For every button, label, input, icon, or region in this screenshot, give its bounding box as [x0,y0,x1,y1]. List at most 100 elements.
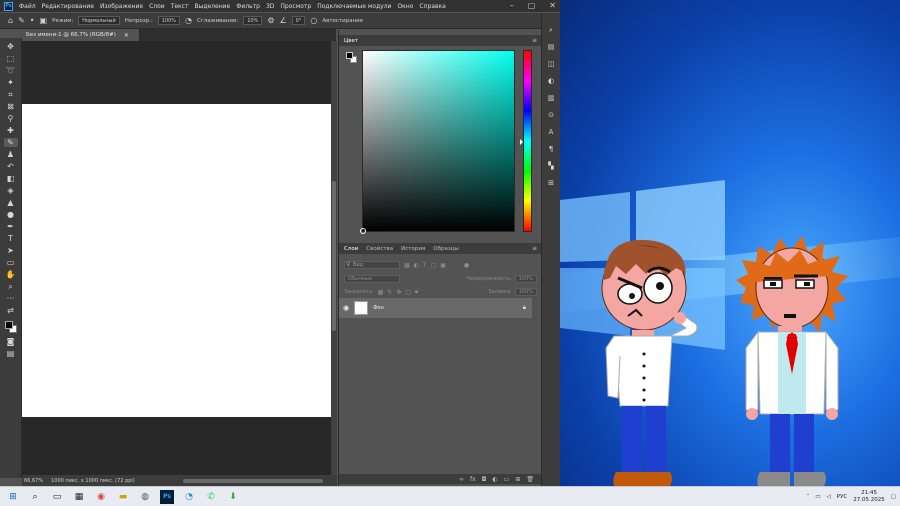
lasso-tool-icon[interactable]: ➰ [4,66,18,75]
fill-field[interactable]: 100% [514,288,537,296]
properties-icon[interactable]: ▥ [548,93,555,103]
folder-icon[interactable]: ▬ [116,490,130,504]
lock-paint-icon[interactable]: ✎ [387,289,392,296]
marquee-tool-icon[interactable]: ⬚ [4,54,18,63]
layer-row-background[interactable]: ◉ Фон 🔒︎ [339,298,532,318]
filter-shape-icon[interactable]: ▢ [431,262,437,269]
foreground-color[interactable] [4,321,13,329]
lock-pixels-icon[interactable]: ▦ [378,289,384,296]
layers-menu-icon[interactable]: ≡ [532,245,537,252]
add-mask-icon[interactable]: ◘ [482,476,487,483]
lock-artboard-icon[interactable]: ▢ [405,289,411,296]
menu-select[interactable]: Выделение [194,3,230,10]
link-layers-icon[interactable]: ∞ [459,476,464,483]
menu-view[interactable]: Просмотр [280,3,311,10]
mode-select[interactable]: Нормальный [78,16,120,25]
zoom-tool-icon[interactable]: ⌕ [4,282,18,291]
fx-icon[interactable]: fx [470,476,476,483]
minimize-icon[interactable]: – [510,1,514,10]
color-picker-marker[interactable] [360,228,366,234]
edge-icon[interactable]: ◔ [182,490,196,504]
tab-properties[interactable]: Свойства [366,246,393,252]
color-swatches[interactable] [4,320,18,334]
hue-slider-marker[interactable] [520,139,523,145]
learn-icon[interactable]: ▤ [548,42,555,52]
scroll-thumb[interactable] [332,181,336,331]
menu-help[interactable]: Справка [419,3,445,10]
canvas-area[interactable] [22,41,331,475]
photoshop-taskbar-icon[interactable]: Ps [160,489,174,504]
menu-edit[interactable]: Редактирование [42,3,94,10]
pen-tool-icon[interactable]: ✒ [4,222,18,231]
menu-file[interactable]: Файл [19,3,36,10]
eraser-tool-icon[interactable]: ◧ [4,174,18,183]
filter-pixel-icon[interactable]: ▦ [404,262,410,269]
angle-field[interactable]: 0° [291,16,306,25]
color-picker-field[interactable] [360,50,515,234]
search-icon[interactable]: ⌕ [28,490,42,504]
menu-plugins[interactable]: Подключаемые модули [317,3,391,10]
screen-mode-icon[interactable]: ▤ [4,349,18,358]
zoom-level[interactable]: 66,67% [24,478,43,484]
more-tools-icon[interactable]: ··· [4,294,18,303]
tray-chevron-icon[interactable]: ˄ [807,494,810,500]
trash-icon[interactable]: 🗑︎ [526,476,534,483]
torrent-icon[interactable]: ⬇ [226,490,240,504]
autoerase-checkbox[interactable]: ○ [310,16,317,25]
document-tab[interactable]: Без имени-1 @ 66,7% (RGB/8#) ✕ [22,29,140,41]
notification-icon[interactable]: ▢ [891,494,896,500]
hand-tool-icon[interactable]: ✋ [4,270,18,279]
stamp-tool-icon[interactable]: ♟ [4,150,18,159]
opacity-field[interactable]: 100% [157,16,181,25]
swap-colors-icon[interactable]: ⇄ [4,306,18,315]
pressure-opacity-icon[interactable]: ◔ [185,16,192,25]
paths-icon[interactable]: ⊙ [548,110,554,120]
character-icon[interactable]: A [549,127,554,137]
clock[interactable]: 21:45 27.05.2025 [853,490,885,504]
document-canvas[interactable] [22,104,331,417]
lock-all-icon[interactable]: 🔒︎ [415,288,418,296]
move-tool-icon[interactable]: ✥ [4,42,18,51]
eyedropper-tool-icon[interactable]: ⚲ [4,114,18,123]
chrome-icon[interactable]: ◉ [94,490,108,504]
menu-type[interactable]: Текст [171,3,189,10]
healing-tool-icon[interactable]: ✚ [4,126,18,135]
bucket-tool-icon[interactable]: ◈ [4,186,18,195]
filter-smart-icon[interactable]: ▣ [440,262,446,269]
blend-mode-select[interactable]: Обычные [344,275,400,283]
home-icon[interactable]: ⌂ [8,16,13,25]
tab-history[interactable]: История [401,246,425,252]
vertical-scrollbar[interactable] [331,41,337,475]
brush-tool-icon[interactable]: ✎ [18,16,25,25]
panel-menu-icon[interactable]: ≡ [532,37,537,44]
filter-type-icon[interactable]: T [423,262,427,269]
close-document-icon[interactable]: ✕ [124,32,129,39]
smoothing-field[interactable]: 10% [243,16,263,25]
color-panel-foreground[interactable] [346,52,353,59]
layer-opacity-field[interactable]: 100% [514,275,537,283]
path-select-icon[interactable]: ➤ [4,246,18,255]
menu-layers[interactable]: Слои [149,3,165,10]
menu-filter[interactable]: Фильтр [236,3,260,10]
quick-select-icon[interactable]: ✦ [4,78,18,87]
menu-window[interactable]: Окно [397,3,413,10]
blur-tool-icon[interactable]: ▲ [4,198,18,207]
libraries-icon[interactable]: ◫ [548,59,555,69]
network-icon[interactable]: ▭ [815,494,820,500]
lock-position-icon[interactable]: ✥ [396,289,401,296]
search-icon[interactable]: ⌕ [549,25,553,35]
color-panel-swatches[interactable] [346,52,358,64]
gear-icon[interactable]: ⚙ [267,16,274,25]
app-icon[interactable]: ◍ [138,490,152,504]
brush-tool-icon-active[interactable]: ✎ [3,138,18,147]
glyphs-icon[interactable]: ▚ [548,161,553,171]
type-tool-icon[interactable]: T [4,234,18,243]
hue-slider[interactable] [520,50,532,232]
tab-color[interactable]: Цвет [344,38,358,44]
dodge-tool-icon[interactable]: ● [4,210,18,219]
new-group-icon[interactable]: ▭ [504,476,510,483]
history-brush-icon[interactable]: ↶ [4,162,18,171]
eye-icon[interactable]: ◉ [343,304,349,312]
close-icon[interactable]: ✕ [549,1,556,10]
frame-tool-icon[interactable]: ⊠ [4,102,18,111]
